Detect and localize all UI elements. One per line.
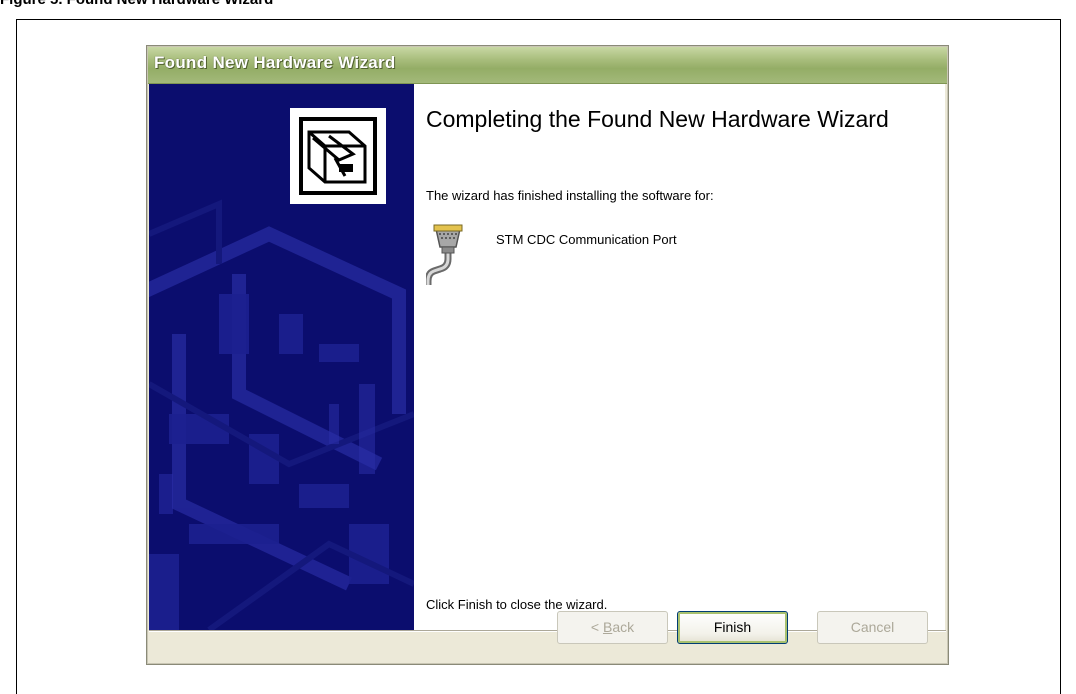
cancel-button[interactable]: Cancel <box>817 611 928 644</box>
wizard-intro-text: The wizard has finished installing the s… <box>426 188 714 203</box>
figure-caption-text: Figure 5. Found New Hardware Wizard <box>0 0 273 8</box>
back-button-prefix: < <box>590 619 603 635</box>
finish-button-label: Finish <box>713 619 752 635</box>
wizard-heading: Completing the Found New Hardware Wizard <box>426 106 889 132</box>
window-title: Found New Hardware Wizard <box>154 53 396 72</box>
hardware-box-icon <box>290 108 386 204</box>
wizard-window: Found New Hardware Wizard Completing the… <box>146 45 949 665</box>
wizard-footer-note: Click Finish to close the wizard. <box>426 597 608 612</box>
device-name: STM CDC Communication Port <box>496 232 677 247</box>
finish-button[interactable]: Finish <box>677 611 788 644</box>
wizard-side-graphic <box>149 84 414 630</box>
wizard-content: Completing the Found New Hardware Wizard… <box>414 84 945 630</box>
serial-port-cable-icon <box>426 224 463 285</box>
back-button[interactable]: < Back <box>557 611 668 644</box>
abstract-hardware-graphic <box>149 108 414 630</box>
title-bar[interactable]: Found New Hardware Wizard <box>148 47 947 84</box>
back-button-accel: B <box>602 619 613 635</box>
figure-caption: Figure 5. Found New Hardware Wizard <box>0 0 1076 20</box>
page: Figure 5. Found New Hardware Wizard Foun… <box>0 0 1076 694</box>
cancel-button-label: Cancel <box>850 619 895 635</box>
back-button-rest: ack <box>612 619 635 635</box>
